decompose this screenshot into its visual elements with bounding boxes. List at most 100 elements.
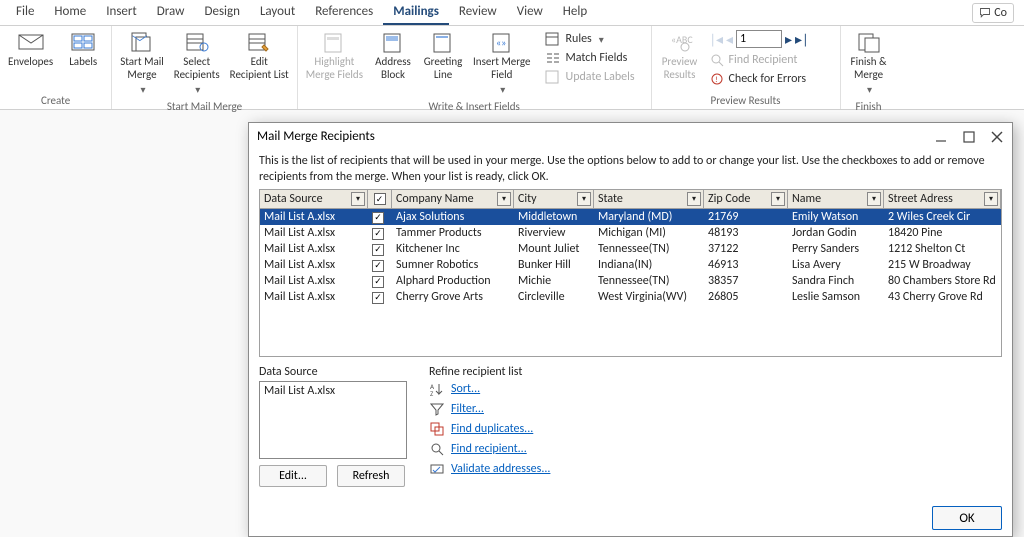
edit-recipient-icon [246,30,272,54]
first-record-icon[interactable]: |◂ [710,31,723,48]
find-recipient-button: Find Recipient [706,51,836,69]
grid-header: Data Source▾ ✓ Company Name▾ City▾ State… [260,190,1001,209]
prev-record-icon[interactable]: ◂ [726,31,733,48]
col-state[interactable]: State▾ [594,190,704,208]
record-number-input[interactable] [736,30,782,48]
dropdown-icon[interactable]: ▾ [984,192,998,206]
finish-merge-button[interactable]: Finish &Merge▾ [845,28,893,98]
tab-draw[interactable]: Draw [147,0,195,25]
group-start-mail-merge: Start MailMerge▾ SelectRecipients▾ EditR… [112,26,298,109]
col-data-source[interactable]: Data Source▾ [260,190,368,208]
next-record-icon[interactable]: ▸ [785,31,792,48]
data-source-panel: Data Source Mail List A.xlsx Edit... Ref… [259,365,407,487]
insert-merge-field-button[interactable]: «» Insert MergeField▾ [469,28,534,98]
check-errors-button[interactable]: !Check for Errors [706,70,836,88]
find-duplicates-link[interactable]: Find duplicates... [451,422,533,436]
dropdown-icon[interactable]: ▾ [687,192,701,206]
table-row[interactable]: Mail List A.xlsx✓Tammer ProductsRivervie… [260,225,1001,241]
col-city[interactable]: City▾ [514,190,594,208]
sort-link[interactable]: Sort... [451,382,480,396]
start-mail-merge-button[interactable]: Start MailMerge▾ [116,28,168,98]
dialog-instructions: This is the list of recipients that will… [259,154,1002,185]
validate-addresses-link[interactable]: Validate addresses... [451,462,550,476]
edit-data-source-button[interactable]: Edit... [259,465,327,487]
col-name[interactable]: Name▾ [788,190,884,208]
chevron-down-icon: ▾ [195,83,200,96]
dropdown-icon[interactable]: ▾ [351,192,365,206]
labels-icon [70,30,96,54]
start-merge-icon [129,30,155,54]
col-checkbox[interactable]: ✓ [368,190,392,208]
group-label: Preview Results [656,92,836,109]
match-fields-button[interactable]: Match Fields [541,49,643,67]
tab-file[interactable]: File [6,0,44,25]
find-recipient-link[interactable]: Find recipient... [451,442,527,456]
preview-results-button: «ABC» PreviewResults [656,28,704,83]
tab-references[interactable]: References [305,0,383,25]
tab-help[interactable]: Help [553,0,597,25]
tab-view[interactable]: View [507,0,553,25]
chevron-down-icon: ▾ [500,83,505,96]
tab-home[interactable]: Home [44,0,96,25]
table-row[interactable]: Mail List A.xlsx✓Cherry Grove ArtsCircle… [260,289,1001,305]
tab-design[interactable]: Design [194,0,249,25]
chevron-down-icon: ▾ [599,33,604,46]
ok-button[interactable]: OK [932,506,1002,530]
table-row[interactable]: Mail List A.xlsx✓Kitchener IncMount Juli… [260,241,1001,257]
group-label: Write & Insert Fields [302,98,647,115]
dropdown-icon[interactable]: ▾ [867,192,881,206]
group-label: Start Mail Merge [116,98,293,115]
tab-mailings[interactable]: Mailings [383,0,449,25]
table-row[interactable]: Mail List A.xlsx✓Alphard ProductionMichi… [260,273,1001,289]
envelopes-button[interactable]: Envelopes [4,28,57,71]
table-row[interactable]: Mail List A.xlsx✓Sumner RoboticsBunker H… [260,257,1001,273]
dialog-titlebar: Mail Merge Recipients [249,123,1012,150]
dropdown-icon[interactable]: ▾ [771,192,785,206]
envelope-icon [18,30,44,54]
refresh-button[interactable]: Refresh [337,465,405,487]
table-row[interactable]: Mail List A.xlsx✓Ajax SolutionsMiddletow… [260,209,1001,225]
col-zip[interactable]: Zip Code▾ [704,190,788,208]
labels-button[interactable]: Labels [59,28,107,71]
group-create: Envelopes Labels Create [0,26,112,109]
find-recipient-icon [429,441,445,457]
highlight-icon [321,30,347,54]
tab-insert[interactable]: Insert [96,0,147,25]
minimize-icon[interactable] [934,130,948,144]
filter-icon [429,401,445,417]
address-block-button[interactable]: AddressBlock [369,28,417,83]
group-label: Finish [845,98,893,115]
select-recipients-icon [184,30,210,54]
data-source-list[interactable]: Mail List A.xlsx [259,381,407,459]
header-checkbox[interactable]: ✓ [374,193,386,205]
greeting-line-button[interactable]: GreetingLine [419,28,467,83]
dropdown-icon[interactable]: ▾ [577,192,591,206]
sort-icon: AZ [429,381,445,397]
address-block-icon [380,30,406,54]
col-address[interactable]: Street Adress▾ [884,190,1001,208]
maximize-icon[interactable] [962,130,976,144]
highlight-merge-fields-button: HighlightMerge Fields [302,28,367,83]
tab-review[interactable]: Review [449,0,507,25]
data-source-label: Data Source [259,365,407,379]
update-labels-button: Update Labels [541,68,643,86]
find-duplicates-icon [429,421,445,437]
svg-text:«»: «» [496,36,506,49]
rules-button[interactable]: Rules▾ [541,30,643,48]
insert-field-icon: «» [489,30,515,54]
group-write-insert: HighlightMerge Fields AddressBlock Greet… [298,26,652,109]
select-recipients-button[interactable]: SelectRecipients▾ [170,28,224,98]
comments-button[interactable]: Co [972,3,1014,23]
dropdown-icon[interactable]: ▾ [497,192,511,206]
col-company[interactable]: Company Name▾ [392,190,514,208]
chevron-down-icon: ▾ [867,83,872,96]
finish-merge-icon [856,30,882,54]
tab-layout[interactable]: Layout [250,0,305,25]
edit-recipient-list-button[interactable]: EditRecipient List [226,28,293,83]
filter-link[interactable]: Filter... [451,402,484,416]
last-record-icon[interactable]: ▸| [795,31,808,48]
greeting-icon [430,30,456,54]
close-icon[interactable] [990,130,1004,144]
record-navigator: |◂ ◂ ▸ ▸| [706,28,836,50]
check-errors-icon: ! [710,72,724,86]
